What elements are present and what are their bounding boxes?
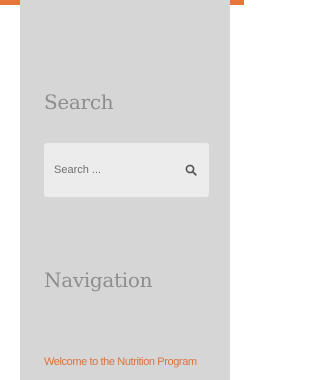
search-form	[44, 143, 209, 197]
sidebar: Search Navigation Welcome to the Nutriti…	[20, 0, 230, 380]
search-input[interactable]	[54, 159, 174, 181]
search-icon	[185, 164, 197, 176]
navigation-widget-title: Navigation	[44, 268, 153, 292]
nav-link-welcome[interactable]: Welcome to the Nutrition Program	[44, 356, 197, 368]
search-button[interactable]	[185, 162, 201, 178]
search-widget-title: Search	[44, 90, 114, 114]
